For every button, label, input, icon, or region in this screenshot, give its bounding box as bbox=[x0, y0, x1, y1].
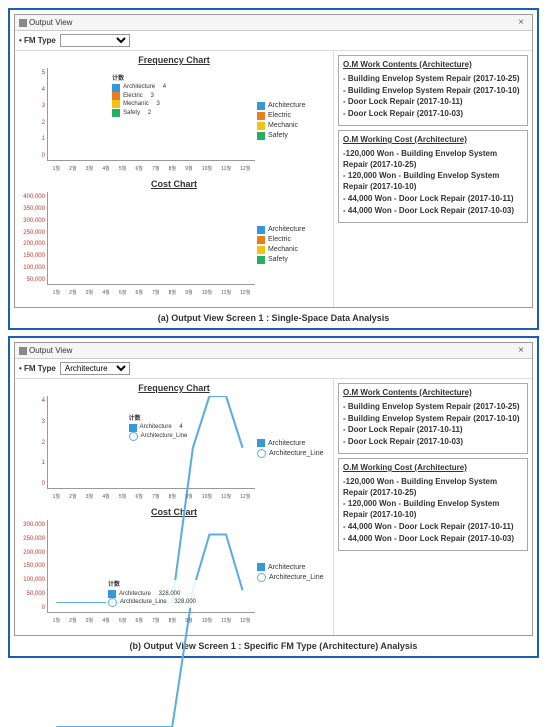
list-item: - 44,000 Won - Door Lock Repair (2017-10… bbox=[343, 194, 523, 205]
fm-type-select[interactable]: Architecture bbox=[60, 362, 130, 375]
work-contents-panel: O.M Work Contents (Architecture) - Build… bbox=[338, 55, 528, 126]
list-item: - Building Envelop System Repair (2017-1… bbox=[343, 86, 523, 97]
chart-title: Frequency Chart bbox=[19, 383, 329, 393]
legend: Architecture Architecture_Line bbox=[255, 520, 329, 625]
window-title: Output View bbox=[29, 18, 72, 27]
panel-header: O.M Work Contents (Architecture) bbox=[343, 388, 523, 399]
legend: Architecture Electric Mechanic Safety bbox=[255, 68, 329, 173]
chart-title: Cost Chart bbox=[19, 179, 329, 189]
panel-header: O.M Work Contents (Architecture) bbox=[343, 60, 523, 71]
list-item: - 44,000 Won - Door Lock Repair (2017-10… bbox=[343, 534, 523, 545]
figure-b: Output View × • FM Type Architecture Fre… bbox=[8, 336, 539, 658]
x-axis: 1월2월3월4월5월6월7월8월9월10월11월12월 bbox=[48, 289, 255, 296]
cost-chart: Cost Chart 400,000350,000300,000250,0002… bbox=[19, 179, 329, 297]
x-axis: 1월2월3월4월5월6월7월8월9월10월11월12월 bbox=[48, 493, 255, 500]
title-bar: Output View × bbox=[15, 343, 532, 359]
figure-caption: (a) Output View Screen 1 : Single-Space … bbox=[14, 310, 533, 324]
app-icon bbox=[19, 19, 27, 27]
window-title: Output View bbox=[29, 346, 72, 355]
cost-chart: Cost Chart 300,000250,000200,000150,0001… bbox=[19, 507, 329, 625]
y-axis: 300,000250,000200,000150,000100,00050,00… bbox=[19, 520, 47, 625]
close-icon[interactable]: × bbox=[514, 17, 528, 28]
fm-type-label: • FM Type bbox=[19, 364, 56, 373]
working-cost-panel: O.M Working Cost (Architecture) -120,000… bbox=[338, 458, 528, 551]
list-item: - 120,000 Won - Building Envelop System … bbox=[343, 171, 523, 193]
list-item: - Door Lock Repair (2017-10-11) bbox=[343, 97, 523, 108]
work-contents-panel: O.M Work Contents (Architecture) - Build… bbox=[338, 383, 528, 454]
plot-area: 计数 Architecture 4 Electric 3 Mechanic 3 … bbox=[47, 68, 255, 161]
app-icon bbox=[19, 347, 27, 355]
fm-type-label: • FM Type bbox=[19, 36, 56, 45]
inner-legend: 计数 Architecture 4 Electric 3 Mechanic 3 … bbox=[110, 74, 168, 118]
x-axis: 1월2월3월4월5월6월7월8월9월10월11월12월 bbox=[48, 165, 255, 172]
output-window: Output View × • FM Type Architecture Fre… bbox=[14, 342, 533, 636]
y-axis: 543210 bbox=[19, 68, 47, 173]
panel-header: O.M Working Cost (Architecture) bbox=[343, 135, 523, 146]
panel-header: O.M Working Cost (Architecture) bbox=[343, 463, 523, 474]
close-icon[interactable]: × bbox=[514, 345, 528, 356]
fm-type-select[interactable] bbox=[60, 34, 130, 47]
legend: Architecture Electric Mechanic Safety bbox=[255, 192, 329, 297]
list-item: - Building Envelop System Repair (2017-1… bbox=[343, 414, 523, 425]
list-item: - 44,000 Won - Door Lock Repair (2017-10… bbox=[343, 522, 523, 533]
toolbar: • FM Type Architecture bbox=[15, 359, 532, 379]
x-axis: 1월2월3월4월5월6월7월8월9월10월11월12월 bbox=[48, 617, 255, 624]
list-item: - 44,000 Won - Door Lock Repair (2017-10… bbox=[343, 206, 523, 217]
figure-a: Output View × • FM Type Frequency Chart … bbox=[8, 8, 539, 330]
y-axis: 400,000350,000300,000250,000200,000150,0… bbox=[19, 192, 47, 297]
frequency-chart: Frequency Chart 43210 bbox=[19, 383, 329, 501]
plot-area: 计数 Architecture 4 Architecture_Line 1월2월… bbox=[47, 396, 255, 489]
frequency-chart: Frequency Chart 543210 bbox=[19, 55, 329, 173]
list-item: - Door Lock Repair (2017-10-11) bbox=[343, 425, 523, 436]
title-bar: Output View × bbox=[15, 15, 532, 31]
inner-legend: 计数 Architecture 4 Architecture_Line bbox=[127, 414, 190, 442]
list-item: - 120,000 Won - Building Envelop System … bbox=[343, 499, 523, 521]
output-window: Output View × • FM Type Frequency Chart … bbox=[14, 14, 533, 308]
plot-area: 计数 Architecture 328,000 Architecture_Lin… bbox=[47, 520, 255, 613]
chart-title: Frequency Chart bbox=[19, 55, 329, 65]
list-item: -120,000 Won - Building Envelop System R… bbox=[343, 477, 523, 499]
list-item: - Building Envelop System Repair (2017-1… bbox=[343, 402, 523, 413]
list-item: - Door Lock Repair (2017-10-03) bbox=[343, 109, 523, 120]
plot-area: 1월2월3월4월5월6월7월8월9월10월11월12월 bbox=[47, 192, 255, 285]
legend: Architecture Architecture_Line bbox=[255, 396, 329, 501]
inner-legend: 计数 Architecture 328,000 Architecture_Lin… bbox=[106, 580, 198, 608]
list-item: - Building Envelop System Repair (2017-1… bbox=[343, 74, 523, 85]
toolbar: • FM Type bbox=[15, 31, 532, 51]
y-axis: 43210 bbox=[19, 396, 47, 501]
list-item: -120,000 Won - Building Envelop System R… bbox=[343, 149, 523, 171]
list-item: - Door Lock Repair (2017-10-03) bbox=[343, 437, 523, 448]
working-cost-panel: O.M Working Cost (Architecture) -120,000… bbox=[338, 130, 528, 223]
